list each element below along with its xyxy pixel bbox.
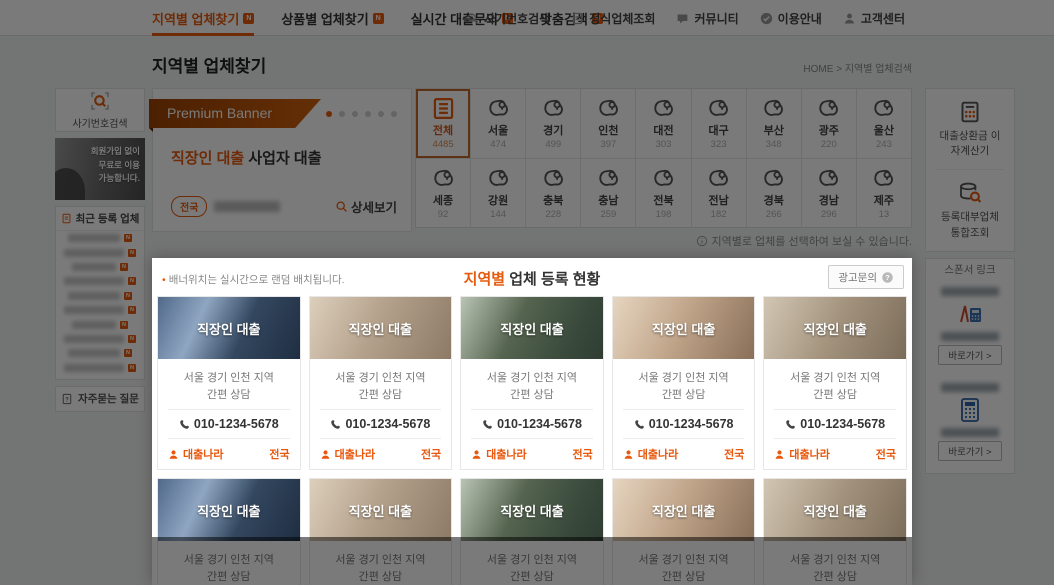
card-banner-title: 직장인 대출 <box>500 319 563 338</box>
company-name[interactable]: 대출나라 <box>623 446 678 462</box>
phone-number: 010-1234-5678 <box>800 417 885 431</box>
card-phone-row[interactable]: 010-1234-5678 <box>168 409 290 439</box>
phone-icon <box>179 419 190 430</box>
card-banner-title: 직장인 대출 <box>197 319 260 338</box>
card-description: 서울 경기 인천 지역 간편 상담 <box>461 359 603 409</box>
person-icon <box>623 449 634 460</box>
card-banner-image: 직장인 대출 <box>158 479 300 541</box>
dim-overlay-top <box>0 0 1054 258</box>
phone-number: 010-1234-5678 <box>497 417 582 431</box>
dim-overlay-right <box>912 258 1054 537</box>
card-banner-title: 직장인 대출 <box>349 319 412 338</box>
person-icon <box>168 449 179 460</box>
card-footer: 대출나라 전국 <box>158 439 300 469</box>
card-banner-title: 직장인 대출 <box>652 501 715 520</box>
card-banner-title: 직장인 대출 <box>652 319 715 338</box>
company-card[interactable]: 직장인 대출 서울 경기 인천 지역 간편 상담 010-1234-5678 대… <box>763 296 907 470</box>
coverage-label: 전국 <box>269 446 289 462</box>
dim-overlay-bottom <box>0 537 1054 585</box>
phone-number: 010-1234-5678 <box>345 417 430 431</box>
ad-inquiry-button[interactable]: 광고문의 <box>828 265 904 289</box>
coverage-label: 전국 <box>421 446 441 462</box>
card-phone-row[interactable]: 010-1234-5678 <box>320 409 442 439</box>
phone-number: 010-1234-5678 <box>649 417 734 431</box>
card-description: 서울 경기 인천 지역 간편 상담 <box>764 359 906 409</box>
card-banner-image: 직장인 대출 <box>764 479 906 541</box>
card-footer: 대출나라 전국 <box>613 439 755 469</box>
person-icon <box>320 449 331 460</box>
coverage-label: 전국 <box>573 446 593 462</box>
person-icon <box>471 449 482 460</box>
phone-icon <box>634 419 645 430</box>
card-description: 서울 경기 인천 지역 간편 상담 <box>613 359 755 409</box>
company-card[interactable]: 직장인 대출 서울 경기 인천 지역 간편 상담 010-1234-5678 대… <box>309 296 453 470</box>
card-banner-title: 직장인 대출 <box>197 501 260 520</box>
card-banner-image: 직장인 대출 <box>764 297 906 359</box>
card-phone-row[interactable]: 010-1234-5678 <box>623 409 745 439</box>
company-card[interactable]: 직장인 대출 서울 경기 인천 지역 간편 상담 010-1234-5678 대… <box>460 296 604 470</box>
question-circle-icon <box>881 271 894 284</box>
company-name[interactable]: 대출나라 <box>168 446 223 462</box>
phone-number: 010-1234-5678 <box>194 417 279 431</box>
card-footer: 대출나라 전국 <box>461 439 603 469</box>
card-banner-title: 직장인 대출 <box>500 501 563 520</box>
phone-icon <box>785 419 796 430</box>
company-name[interactable]: 대출나라 <box>471 446 526 462</box>
company-card[interactable]: 직장인 대출 서울 경기 인천 지역 간편 상담 010-1234-5678 대… <box>612 296 756 470</box>
panel-title: 지역별 업체 등록 현황 <box>152 268 912 289</box>
card-description: 서울 경기 인천 지역 간편 상담 <box>158 359 300 409</box>
dim-overlay-left <box>0 258 152 537</box>
company-card[interactable]: 직장인 대출 서울 경기 인천 지역 간편 상담 010-1234-5678 대… <box>157 296 301 470</box>
coverage-label: 전국 <box>876 446 896 462</box>
card-banner-image: 직장인 대출 <box>461 297 603 359</box>
company-name[interactable]: 대출나라 <box>320 446 375 462</box>
person-icon <box>774 449 785 460</box>
card-banner-image: 직장인 대출 <box>461 479 603 541</box>
card-phone-row[interactable]: 010-1234-5678 <box>471 409 593 439</box>
card-banner-image: 직장인 대출 <box>613 479 755 541</box>
card-banner-title: 직장인 대출 <box>803 501 866 520</box>
card-footer: 대출나라 전국 <box>764 439 906 469</box>
card-footer: 대출나라 전국 <box>310 439 452 469</box>
card-banner-image: 직장인 대출 <box>613 297 755 359</box>
page: 지역별 업체찾기 N 상품별 업체찾기 N 실시간 대출문의 N 맞춤검색 N <box>0 0 1054 585</box>
card-banner-image: 직장인 대출 <box>310 479 452 541</box>
card-banner-image: 직장인 대출 <box>310 297 452 359</box>
card-banner-image: 직장인 대출 <box>158 297 300 359</box>
card-description: 서울 경기 인천 지역 간편 상담 <box>310 359 452 409</box>
card-banner-title: 직장인 대출 <box>349 501 412 520</box>
region-company-listing-panel: 배너위치는 실시간으로 랜덤 배치됩니다. 지역별 업체 등록 현황 광고문의 … <box>152 258 912 585</box>
card-banner-title: 직장인 대출 <box>803 319 866 338</box>
phone-icon <box>330 419 341 430</box>
card-phone-row[interactable]: 010-1234-5678 <box>774 409 896 439</box>
phone-icon <box>482 419 493 430</box>
company-name[interactable]: 대출나라 <box>774 446 829 462</box>
coverage-label: 전국 <box>724 446 744 462</box>
